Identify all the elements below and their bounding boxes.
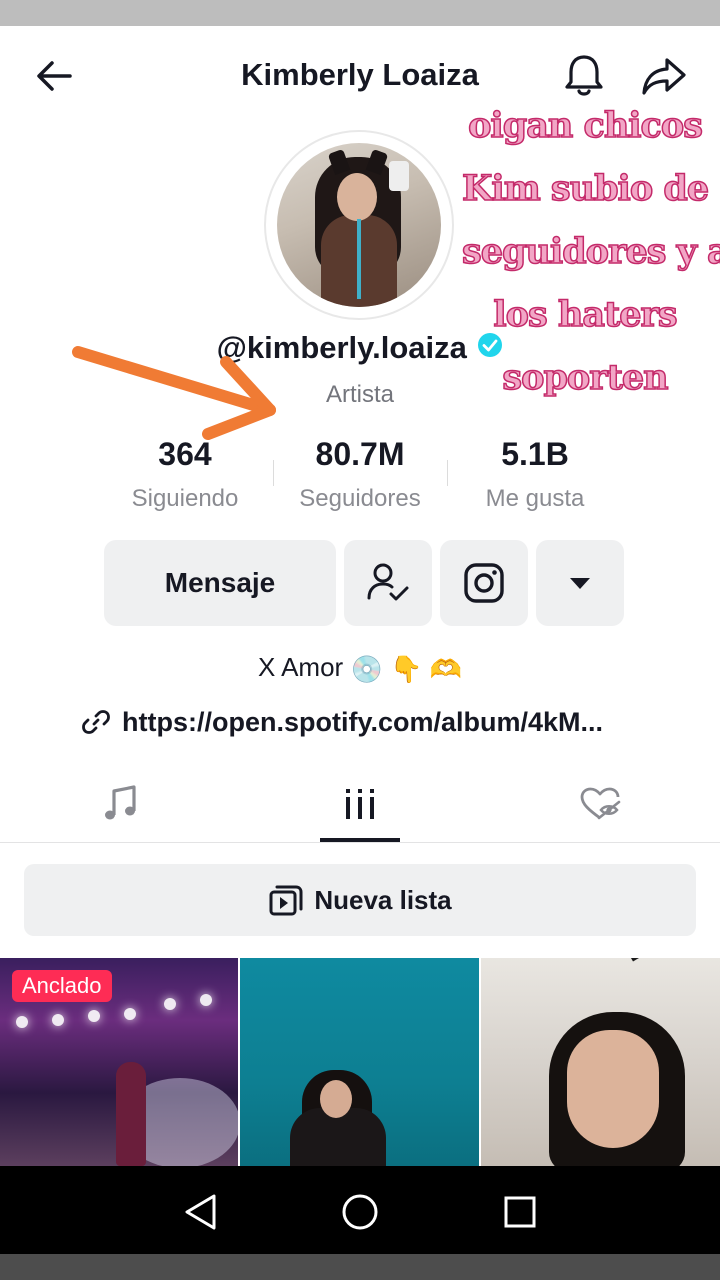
video-thumbnail[interactable]: Anclado bbox=[0, 958, 238, 1166]
stat-followers[interactable]: 80.7M Seguidores bbox=[275, 436, 445, 513]
orange-arrow-annotation bbox=[72, 346, 276, 440]
tab-videos[interactable] bbox=[280, 772, 440, 836]
heart-hands-emoji: 🫶 bbox=[429, 653, 463, 684]
instagram-icon bbox=[464, 563, 504, 603]
avatar[interactable] bbox=[264, 130, 454, 320]
share-button[interactable] bbox=[638, 52, 690, 100]
more-options-button[interactable] bbox=[536, 540, 624, 626]
person-check-icon bbox=[367, 563, 409, 601]
overlay-line: Kim subio de bbox=[461, 167, 710, 210]
message-button[interactable]: Mensaje bbox=[104, 540, 336, 626]
bio-link[interactable]: https://open.spotify.com/album/4kM... bbox=[82, 703, 642, 741]
circle-home-icon bbox=[342, 1194, 378, 1230]
tab-liked[interactable] bbox=[520, 772, 680, 836]
hidden-heart-icon bbox=[580, 787, 621, 820]
nav-back-button[interactable] bbox=[176, 1188, 224, 1236]
nav-recents-button[interactable] bbox=[496, 1188, 544, 1236]
likes-label: Me gusta bbox=[485, 485, 585, 512]
followers-label: Seguidores bbox=[299, 485, 421, 512]
video-thumbnail[interactable] bbox=[481, 958, 720, 1166]
followers-count: 80.7M bbox=[315, 436, 405, 472]
page-title: Kimberly Loaiza bbox=[241, 57, 479, 92]
status-bar bbox=[0, 0, 720, 26]
system-nav-bar bbox=[0, 1166, 720, 1254]
stat-likes[interactable]: 5.1B Me gusta bbox=[450, 436, 620, 513]
notifications-button[interactable] bbox=[560, 50, 608, 100]
overlay-line: los haters bbox=[493, 293, 679, 336]
bio: X Amor 💿 👇 🫶 bbox=[0, 652, 720, 685]
nav-home-button[interactable] bbox=[336, 1188, 384, 1236]
overlay-caption: oigan chicos Kim subio de seguidores y a… bbox=[461, 94, 720, 409]
playlist-icon bbox=[269, 885, 303, 916]
following-button[interactable] bbox=[344, 540, 432, 626]
square-recents-icon bbox=[504, 1196, 536, 1228]
bell-icon bbox=[565, 55, 603, 96]
caret-down-icon bbox=[570, 578, 590, 589]
triangle-back-icon bbox=[185, 1194, 216, 1230]
tab-music[interactable] bbox=[40, 772, 200, 836]
bio-link-text[interactable]: https://open.spotify.com/album/4kM... bbox=[122, 707, 603, 738]
bio-text: X Amor bbox=[257, 652, 344, 682]
overlay-line: seguidores y a bbox=[461, 230, 720, 273]
link-icon bbox=[82, 710, 110, 734]
grid-icon bbox=[346, 789, 374, 819]
bottom-strip bbox=[0, 1254, 720, 1280]
music-note-icon bbox=[105, 785, 136, 820]
video-thumbnail[interactable] bbox=[240, 958, 479, 1166]
avatar-image bbox=[277, 143, 441, 307]
following-label: Siguiendo bbox=[131, 485, 239, 512]
stat-divider bbox=[273, 460, 274, 486]
likes-count: 5.1B bbox=[501, 436, 569, 472]
disc-emoji: 💿 bbox=[350, 653, 383, 684]
overlay-line: oigan chicos bbox=[467, 104, 703, 147]
divider bbox=[0, 842, 720, 843]
new-playlist-button[interactable]: Nueva lista bbox=[24, 864, 696, 936]
instagram-button[interactable] bbox=[440, 540, 528, 626]
new-playlist-label: Nueva lista bbox=[314, 884, 452, 915]
share-arrow-icon bbox=[642, 58, 686, 95]
pointing-down-emoji: 👇 bbox=[390, 653, 423, 684]
overlay-line: soporten bbox=[502, 356, 670, 399]
stat-divider bbox=[447, 460, 448, 486]
pinned-badge: Anclado bbox=[12, 970, 112, 1002]
